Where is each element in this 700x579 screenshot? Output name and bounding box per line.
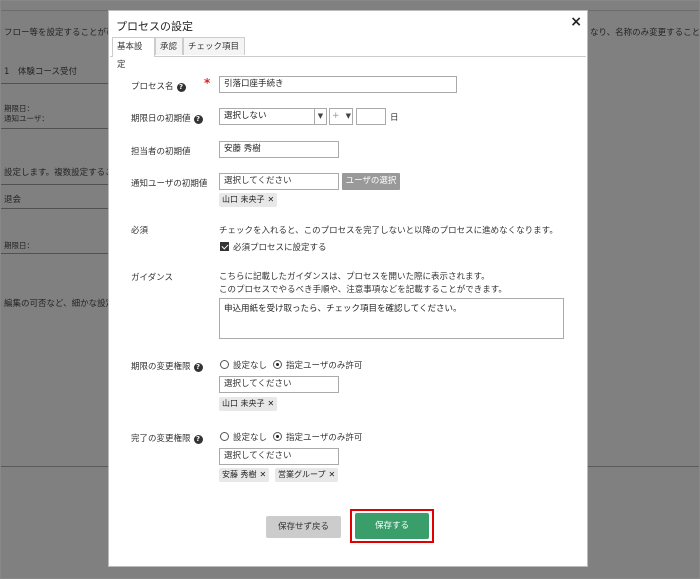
save-button[interactable]: 保存する [355,513,429,539]
tab-basic-settings[interactable]: 基本設定 [112,37,155,70]
cancel-button[interactable]: 保存せず戻る [266,516,341,538]
process-name-input[interactable]: 引落口座手続き [219,76,457,93]
notify-users-label: 通知ユーザの初期値 [131,179,208,189]
complete-perm-none-radio[interactable] [220,432,229,441]
complete-perm-specified-label[interactable]: 指定ユーザのみ許可 [286,431,362,443]
remove-icon[interactable]: ✕ [329,470,336,479]
tab-approval[interactable]: 承認 [155,37,183,55]
help-icon[interactable]: ? [193,115,203,124]
user-chip: 山口 未央子 ✕ [219,193,278,207]
deadline-perm-users-input[interactable]: 選択してください [219,376,339,393]
remove-icon[interactable]: ✕ [268,195,275,204]
help-icon[interactable]: ? [193,363,203,372]
tab-bar: 基本設定 承認 チェック項目 [110,37,586,70]
process-settings-dialog: プロセスの設定 × 基本設定 承認 チェック項目 プロセス名? * 引落口座手続… [108,10,588,567]
remove-icon[interactable]: ✕ [268,399,275,408]
deadline-select-value: 選択しない [224,111,267,121]
deadline-perm-specified-label[interactable]: 指定ユーザのみ許可 [286,359,362,371]
required-mark: * [204,76,211,90]
group-chip: 営業グループ ✕ [275,468,339,482]
deadline-perm-none-radio[interactable] [220,360,229,369]
day-unit: 日 [390,113,399,123]
mandatory-description: チェックを入れると、このプロセスを完了しないと以降のプロセスに進めなくなります。 [219,226,558,236]
mandatory-checkbox-label[interactable]: 必須プロセスに設定する [233,241,327,253]
form-content: プロセス名? * 引落口座手続き 期限日の初期値? 選択しない ▼ + ▼ 日 … [109,57,587,567]
complete-perm-users-input[interactable]: 選択してください [219,448,339,465]
assignee-input[interactable]: 安藤 秀樹 [219,141,339,158]
mandatory-label: 必須 [131,226,149,236]
mandatory-checkbox[interactable] [220,242,229,251]
complete-permission-label: 完了の変更権限? [131,432,203,444]
process-name-label: プロセス名? [131,80,186,92]
deadline-select[interactable]: 選択しない ▼ [219,108,327,125]
chevron-down-icon: ▼ [314,109,326,124]
deadline-sign-select[interactable]: + ▼ [329,108,353,125]
deadline-perm-specified-radio[interactable] [273,360,282,369]
assignee-default-label: 担当者の初期値 [131,147,191,157]
remove-icon[interactable]: ✕ [260,470,267,479]
help-icon[interactable]: ? [193,435,203,444]
tab-check-items[interactable]: チェック項目 [183,37,245,55]
dialog-title: プロセスの設定 [116,20,193,33]
user-chip: 山口 未央子 ✕ [219,397,278,411]
guidance-textarea[interactable]: 申込用紙を受け取ったら、チェック項目を確認してください。 [219,298,564,339]
complete-perm-none-label[interactable]: 設定なし [233,431,267,443]
guidance-label: ガイダンス [131,273,173,283]
complete-perm-specified-radio[interactable] [273,432,282,441]
close-icon[interactable]: × [570,14,582,30]
deadline-perm-none-label[interactable]: 設定なし [233,359,267,371]
deadline-default-label: 期限日の初期値? [131,112,203,124]
select-users-button[interactable]: ユーザの選択 [342,173,400,190]
help-icon[interactable]: ? [176,83,186,92]
notify-users-input[interactable]: 選択してください [219,173,339,190]
deadline-permission-label: 期限の変更権限? [131,360,203,372]
chevron-down-icon: ▼ [345,112,351,120]
plus-sign: + [332,111,340,121]
user-chip: 安藤 秀樹 ✕ [219,468,270,482]
deadline-days-input[interactable] [356,108,386,125]
guidance-description-2: このプロセスでやるべき手順や、注意事項などを記載することができます。 [219,285,507,295]
guidance-description-1: こちらに記載したガイダンスは、プロセスを開いた際に表示されます。 [219,272,490,282]
